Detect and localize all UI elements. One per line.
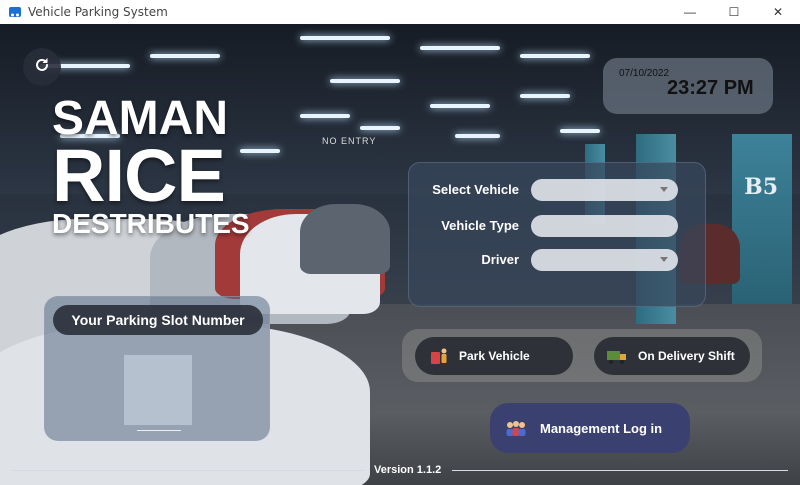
- vehicle-type-label: Vehicle Type: [441, 218, 519, 233]
- brand-line-2: RICE: [52, 134, 226, 217]
- refresh-icon: [33, 56, 51, 79]
- vehicle-form-panel: Select Vehicle Vehicle Type Driver: [408, 162, 706, 307]
- footer-divider-left: [12, 470, 364, 471]
- select-vehicle-dropdown[interactable]: [531, 179, 678, 201]
- management-group-icon: [504, 418, 528, 438]
- close-button[interactable]: ✕: [756, 0, 800, 24]
- vehicle-type-field[interactable]: [531, 215, 678, 237]
- select-vehicle-label: Select Vehicle: [432, 182, 519, 197]
- slot-underline: [137, 430, 181, 431]
- minimize-button[interactable]: —: [668, 0, 712, 24]
- chevron-down-icon: [660, 187, 668, 192]
- on-delivery-shift-button[interactable]: On Delivery Shift: [594, 337, 750, 375]
- brand-logo-text: SAMAN RICE DESTRIBUTES: [52, 95, 250, 239]
- driver-label: Driver: [481, 252, 519, 267]
- park-vehicle-button[interactable]: Park Vehicle: [415, 337, 573, 375]
- time-display: 23:27 PM: [667, 77, 754, 99]
- management-login-label: Management Log in: [540, 420, 663, 436]
- parking-slot-number-box: [124, 355, 192, 425]
- date-display: 07/10/2022: [619, 68, 670, 79]
- delivery-truck-icon: [606, 346, 626, 366]
- parking-slot-panel: Your Parking Slot Number: [44, 296, 270, 441]
- chevron-down-icon: [660, 257, 668, 262]
- park-vehicle-icon: [429, 346, 449, 366]
- on-delivery-shift-label: On Delivery Shift: [638, 349, 735, 363]
- window-title: Vehicle Parking System: [28, 5, 168, 19]
- version-label: Version 1.1.2: [374, 464, 442, 476]
- management-login-button[interactable]: Management Log in: [490, 403, 690, 453]
- clock-panel: 07/10/2022 23:27 PM: [603, 58, 773, 114]
- b5-wall-sign: B5: [744, 174, 778, 200]
- maximize-button[interactable]: ☐: [712, 0, 756, 24]
- refresh-button[interactable]: [23, 48, 61, 86]
- footer-divider-right: [452, 470, 788, 471]
- parking-slot-title: Your Parking Slot Number: [53, 305, 263, 335]
- no-entry-sign: NO ENTRY: [322, 136, 377, 146]
- app-icon: [8, 5, 22, 19]
- park-vehicle-label: Park Vehicle: [459, 349, 530, 363]
- driver-dropdown[interactable]: [531, 249, 678, 271]
- brand-line-3: DESTRIBUTES: [52, 208, 250, 239]
- title-bar: Vehicle Parking System — ☐ ✕: [0, 0, 800, 24]
